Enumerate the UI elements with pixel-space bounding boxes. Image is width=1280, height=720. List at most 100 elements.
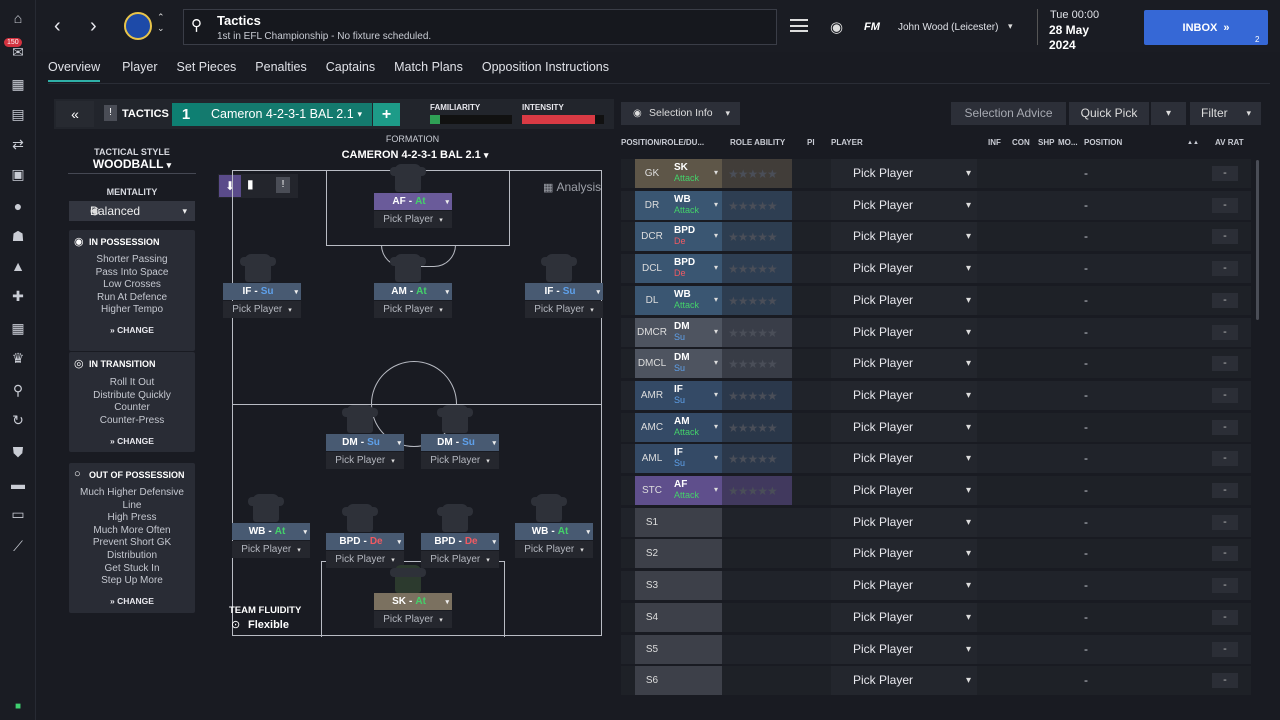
pick-player-select[interactable]: Pick Player: [831, 507, 977, 537]
col-role-ability[interactable]: ROLE ABILITY: [730, 138, 785, 147]
role-wb-right-button[interactable]: WB - At: [515, 523, 593, 540]
role-duty-select[interactable]: BPD De: [669, 254, 722, 284]
table-row[interactable]: STCAFAttack★★★★★Pick Player--: [621, 476, 1251, 505]
menu-icon[interactable]: [790, 19, 808, 32]
pick-player-dm-left[interactable]: Pick Player: [326, 452, 404, 469]
role-duty-select[interactable]: WB Attack: [669, 285, 722, 315]
role-if-right-button[interactable]: IF - Su: [525, 283, 603, 300]
tab-set-pieces[interactable]: Set Pieces: [177, 58, 237, 82]
staff-icon[interactable]: ☗: [8, 226, 28, 246]
clipboard-icon[interactable]: ▤: [8, 104, 28, 124]
scouting-icon[interactable]: ⚲: [8, 380, 28, 400]
table-row[interactable]: AMCAMAttack★★★★★Pick Player--: [621, 412, 1251, 442]
club-crest-icon[interactable]: [124, 12, 152, 40]
pick-player-select[interactable]: Pick Player: [831, 412, 977, 442]
filter-button[interactable]: Filter ▾: [1190, 102, 1261, 125]
pick-player-sk[interactable]: Pick Player: [374, 611, 452, 628]
col-mo[interactable]: MO...: [1058, 138, 1078, 147]
role-bpd-right-button[interactable]: BPD - De: [421, 533, 499, 550]
change-out-of-possession-button[interactable]: » CHANGE: [69, 596, 195, 606]
table-row[interactable]: S4 Pick Player - -: [621, 602, 1251, 632]
sort-icon[interactable]: ▲▲: [1187, 140, 1199, 146]
role-if-left-button[interactable]: IF - Su: [223, 283, 301, 300]
col-player[interactable]: PLAYER: [831, 138, 863, 147]
in-transition-panel[interactable]: ◎ IN TRANSITION Roll It Out Distribute Q…: [69, 352, 195, 452]
table-row[interactable]: S5 Pick Player - -: [621, 634, 1251, 664]
role-duty-select[interactable]: AF Attack: [669, 476, 722, 505]
globe-icon[interactable]: ◉: [830, 18, 843, 36]
pick-player-select[interactable]: Pick Player: [831, 539, 977, 569]
search-icon[interactable]: ⚲: [191, 16, 202, 34]
out-of-possession-panel[interactable]: ○ OUT OF POSSESSION Much Higher Defensiv…: [69, 463, 195, 613]
add-tactic-button[interactable]: +: [373, 103, 400, 126]
col-pi[interactable]: PI: [807, 138, 815, 147]
pick-player-select[interactable]: Pick Player: [831, 476, 977, 505]
role-duty-select[interactable]: DM Su: [669, 349, 722, 379]
tactics-icon[interactable]: ▣: [8, 164, 28, 184]
in-possession-panel[interactable]: ◉ IN POSSESSION Shorter Passing Pass Int…: [69, 230, 195, 351]
ball-icon[interactable]: ●: [8, 196, 28, 216]
role-dm-right-button[interactable]: DM - Su: [421, 434, 499, 451]
table-row[interactable]: DMCLDMSu★★★★★Pick Player--: [621, 349, 1251, 379]
role-duty-select[interactable]: WB Attack: [669, 190, 722, 220]
pick-player-select[interactable]: Pick Player: [831, 602, 977, 632]
pick-player-wb-right[interactable]: Pick Player: [515, 541, 593, 558]
mentality-select[interactable]: Balanced ▾: [69, 201, 195, 221]
finances-icon[interactable]: ▬: [8, 474, 28, 494]
role-duty-select[interactable]: IF Su: [669, 380, 722, 410]
role-dm-left-button[interactable]: DM - Su: [326, 434, 404, 451]
pick-player-select[interactable]: Pick Player: [831, 285, 977, 315]
tactical-style-select[interactable]: WOODBALL ▾: [68, 157, 196, 174]
quick-pick-button[interactable]: Quick Pick: [1069, 102, 1149, 125]
pick-player-select[interactable]: Pick Player: [831, 444, 977, 474]
col-position-role-duty[interactable]: POSITION/ROLE/DU...: [621, 138, 704, 147]
pick-player-select[interactable]: Pick Player: [831, 317, 977, 347]
trend-icon[interactable]: ⟋: [8, 536, 28, 556]
pick-player-bpd-right[interactable]: Pick Player: [421, 551, 499, 568]
transfers-icon[interactable]: ⇄: [8, 134, 28, 154]
col-position[interactable]: POSITION: [1084, 138, 1122, 147]
tactic-select[interactable]: Cameron 4-2-3-1 BAL 2.1 ▾: [200, 103, 372, 126]
table-row[interactable]: DCRBPDDe★★★★★Pick Player--: [621, 222, 1251, 252]
pick-player-select[interactable]: Pick Player: [831, 254, 977, 284]
pick-player-if-left[interactable]: Pick Player: [223, 301, 301, 318]
role-duty-select[interactable]: DM Su: [669, 317, 722, 347]
role-wb-left-button[interactable]: WB - At: [232, 523, 310, 540]
table-row[interactable]: DMCRDMSu★★★★★Pick Player--: [621, 317, 1251, 347]
training-icon[interactable]: ▲: [8, 256, 28, 276]
refresh-icon[interactable]: ↻: [8, 410, 28, 430]
manager-name[interactable]: John Wood (Leicester): [898, 22, 998, 33]
role-duty-select[interactable]: IF Su: [669, 444, 722, 474]
role-duty-select[interactable]: BPD De: [669, 222, 722, 252]
squad-icon[interactable]: ▦: [8, 74, 28, 94]
table-row[interactable]: S2 Pick Player - -: [621, 539, 1251, 569]
change-in-transition-button[interactable]: » CHANGE: [69, 436, 195, 446]
pick-player-wb-left[interactable]: Pick Player: [232, 541, 310, 558]
home-icon[interactable]: ⌂: [8, 8, 28, 28]
table-row[interactable]: DCLBPDDe★★★★★Pick Player--: [621, 254, 1251, 284]
col-shp[interactable]: SHP: [1038, 138, 1054, 147]
table-scrollbar[interactable]: [1256, 160, 1259, 320]
tab-overview[interactable]: Overview: [48, 58, 101, 82]
pick-player-select[interactable]: Pick Player: [831, 380, 977, 410]
club-switch-chevrons[interactable]: ⌃ ⌄: [157, 12, 165, 34]
medical-icon[interactable]: ✚: [8, 286, 28, 306]
table-row[interactable]: AMRIFSu★★★★★Pick Player--: [621, 380, 1251, 410]
calendar-icon[interactable]: ▦: [8, 318, 28, 338]
back-button[interactable]: ‹: [54, 16, 61, 36]
role-sk-button[interactable]: SK - At: [374, 593, 452, 610]
col-inf[interactable]: INF: [988, 138, 1001, 147]
pick-player-select[interactable]: Pick Player: [831, 159, 977, 188]
change-in-possession-button[interactable]: » CHANGE: [69, 325, 195, 335]
tactic-slot-number[interactable]: 1: [172, 103, 200, 126]
ticket-icon[interactable]: ▭: [8, 504, 28, 524]
tab-opposition-instructions[interactable]: Opposition Instructions: [482, 58, 609, 82]
pick-player-select[interactable]: Pick Player: [831, 571, 977, 601]
pick-player-select[interactable]: Pick Player: [831, 634, 977, 664]
table-row[interactable]: S1 Pick Player - -: [621, 507, 1251, 537]
pick-player-bpd-left[interactable]: Pick Player: [326, 551, 404, 568]
role-duty-select[interactable]: SK Attack: [669, 159, 722, 188]
formation-select[interactable]: CAMERON 4-2-3-1 BAL 2.1 ▾: [320, 149, 510, 161]
pick-player-dm-right[interactable]: Pick Player: [421, 452, 499, 469]
role-af-button[interactable]: AF - At: [374, 193, 452, 210]
